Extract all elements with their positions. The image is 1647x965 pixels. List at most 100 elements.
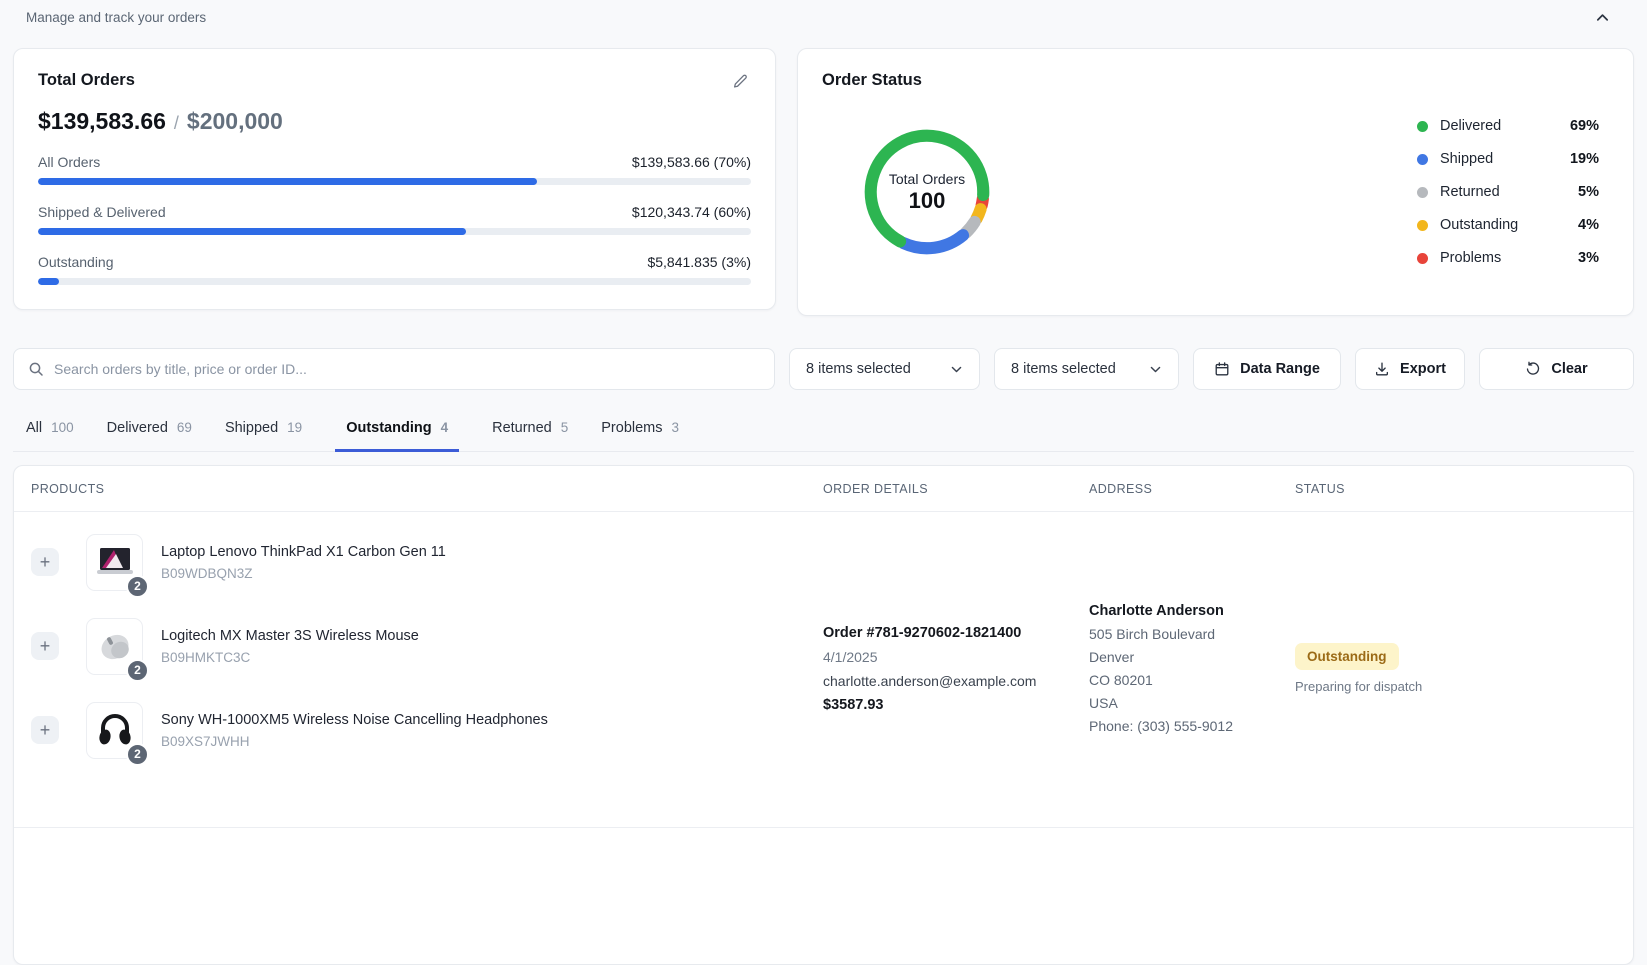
product-sku: B09XS7JWHH: [161, 734, 548, 749]
product-sku: B09WDBQN3Z: [161, 566, 446, 581]
order-id: Order #781-9270602-1821400: [823, 625, 1089, 641]
legend-row-returned: Returned 5%: [1417, 184, 1599, 200]
download-icon: [1374, 361, 1390, 377]
address-region: CO 80201: [1089, 672, 1295, 688]
address-line1: 505 Birch Boulevard: [1089, 626, 1295, 642]
legend-percent: 4%: [1578, 217, 1599, 233]
progress-fill: [38, 228, 466, 235]
expand-product-button[interactable]: +: [31, 632, 59, 660]
tab-label: Problems: [601, 420, 662, 436]
donut-center-label: Total Orders: [889, 171, 965, 187]
tab-count: 69: [177, 420, 192, 435]
search-icon: [28, 361, 44, 377]
export-label: Export: [1400, 361, 1446, 377]
status-note: Preparing for dispatch: [1295, 679, 1422, 694]
tab-returned[interactable]: Returned 5: [492, 412, 568, 452]
tab-delivered[interactable]: Delivered 69: [107, 412, 192, 452]
chevron-down-icon: [950, 363, 963, 376]
legend-percent: 19%: [1570, 151, 1599, 167]
legend-percent: 5%: [1578, 184, 1599, 200]
progress-label: All Orders: [38, 154, 100, 170]
collapse-button[interactable]: [1591, 6, 1614, 29]
expand-product-button[interactable]: +: [31, 548, 59, 576]
date-range-button[interactable]: Data Range: [1193, 348, 1341, 390]
progress-label: Shipped & Delivered: [38, 204, 166, 220]
amount-current: $139,583.66: [38, 108, 166, 135]
tab-count: 100: [51, 420, 74, 435]
tab-outstanding[interactable]: Outstanding 4: [335, 412, 459, 452]
legend-label: Problems: [1440, 250, 1501, 266]
column-header-status: STATUS: [1295, 482, 1616, 496]
orders-table-header: PRODUCTS ORDER DETAILS ADDRESS STATUS: [14, 466, 1633, 512]
tab-count: 5: [561, 420, 569, 435]
orders-amount-line: $139,583.66 / $200,000: [38, 108, 751, 135]
total-orders-card: Total Orders $139,583.66 / $200,000 All …: [13, 48, 776, 310]
product-title: Laptop Lenovo ThinkPad X1 Carbon Gen 11: [161, 544, 446, 560]
address-city: Denver: [1089, 649, 1295, 665]
tab-shipped[interactable]: Shipped 19: [225, 412, 302, 452]
status-cell: Outstanding Preparing for dispatch: [1295, 520, 1616, 817]
order-details-cell: Order #781-9270602-1821400 4/1/2025 char…: [823, 520, 1089, 817]
clear-label: Clear: [1551, 361, 1587, 377]
pencil-icon: [732, 73, 749, 90]
order-status-donut-chart: Total Orders 100: [852, 117, 1002, 267]
summary-cards: Total Orders $139,583.66 / $200,000 All …: [13, 48, 1634, 316]
filter-dropdown-2[interactable]: 8 items selected: [994, 348, 1179, 390]
page-header: Manage and track your orders: [13, 0, 1634, 34]
tab-count: 4: [441, 420, 449, 435]
filter-dropdown-1-value: 8 items selected: [806, 361, 911, 377]
legend-label: Delivered: [1440, 118, 1501, 134]
product-sku: B09HMKTC3C: [161, 650, 419, 665]
column-header-details: ORDER DETAILS: [823, 482, 1089, 496]
column-header-products: PRODUCTS: [31, 482, 823, 496]
tab-problems[interactable]: Problems 3: [601, 412, 679, 452]
progress-value: $139,583.66 (70%): [632, 154, 751, 170]
legend-row-outstanding: Outstanding 4%: [1417, 217, 1599, 233]
amount-target: $200,000: [187, 108, 283, 135]
legend-row-shipped: Shipped 19%: [1417, 151, 1599, 167]
progress-track: [38, 228, 751, 235]
legend-percent: 69%: [1570, 118, 1599, 134]
order-date: 4/1/2025: [823, 649, 1089, 665]
product-thumbnail: 2: [86, 618, 143, 675]
legend-percent: 3%: [1578, 250, 1599, 266]
progress-fill: [38, 278, 59, 285]
progress-row-shipped-delivered: Shipped & Delivered $120,343.74 (60%): [38, 204, 751, 235]
edit-target-button[interactable]: [730, 71, 751, 92]
total-orders-title: Total Orders: [38, 71, 135, 90]
expand-product-button[interactable]: +: [31, 716, 59, 744]
progress-track: [38, 278, 751, 285]
progress-fill: [38, 178, 537, 185]
legend-dot: [1417, 220, 1428, 231]
product-item-laptop: + 2 Laptop Lenovo ThinkPad X1 Carbon Gen…: [31, 520, 823, 604]
quantity-badge: 2: [126, 659, 149, 682]
clear-button[interactable]: Clear: [1479, 348, 1634, 390]
legend-label: Returned: [1440, 184, 1500, 200]
chevron-down-icon: [1149, 363, 1162, 376]
legend-dot: [1417, 253, 1428, 264]
reset-icon: [1525, 361, 1541, 377]
legend-dot: [1417, 187, 1428, 198]
search-input[interactable]: [54, 361, 760, 377]
tab-all[interactable]: All 100: [26, 412, 74, 452]
product-thumbnail: 2: [86, 702, 143, 759]
progress-row-outstanding: Outstanding $5,841.835 (3%): [38, 254, 751, 285]
order-email: charlotte.anderson@example.com: [823, 673, 1089, 689]
address-country: USA: [1089, 695, 1295, 711]
chevron-up-icon: [1595, 10, 1610, 25]
filter-dropdown-2-value: 8 items selected: [1011, 361, 1116, 377]
product-item-headphones: + 2 Sony WH-1000XM5 Wireless Noise Cance…: [31, 688, 823, 772]
tab-label: Shipped: [225, 420, 278, 436]
tab-label: Returned: [492, 420, 552, 436]
search-box[interactable]: [13, 348, 775, 390]
status-badge: Outstanding: [1295, 643, 1399, 670]
legend-row-delivered: Delivered 69%: [1417, 118, 1599, 134]
address-phone: Phone: (303) 555-9012: [1089, 718, 1295, 734]
export-button[interactable]: Export: [1355, 348, 1465, 390]
tab-count: 19: [287, 420, 302, 435]
product-item-mouse: + 2 Logitech MX Master 3S Wireless Mouse…: [31, 604, 823, 688]
legend-label: Outstanding: [1440, 217, 1518, 233]
filter-dropdown-1[interactable]: 8 items selected: [789, 348, 980, 390]
progress-label: Outstanding: [38, 254, 114, 270]
customer-name: Charlotte Anderson: [1089, 603, 1295, 619]
